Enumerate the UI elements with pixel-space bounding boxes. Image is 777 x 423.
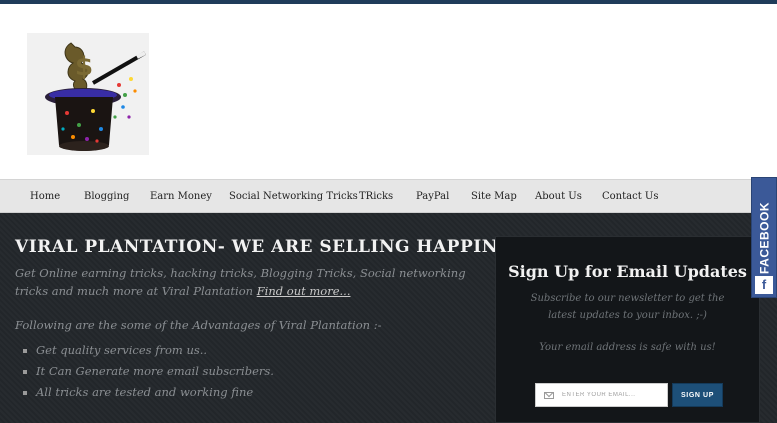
find-out-more-link[interactable]: Find out more... bbox=[257, 284, 351, 298]
nav-item-tricks[interactable]: TRicks bbox=[359, 180, 393, 213]
magic-hat-logo-icon: $ bbox=[27, 33, 149, 155]
svg-text:$: $ bbox=[75, 52, 93, 82]
sign-up-button[interactable]: SIGN UP bbox=[672, 383, 723, 407]
advantages-list: Get quality services from us.. It Can Ge… bbox=[23, 340, 274, 403]
envelope-icon bbox=[544, 391, 554, 399]
signup-title: Sign Up for Email Updates bbox=[508, 262, 747, 281]
facebook-icon: f bbox=[755, 276, 773, 294]
list-item: It Can Generate more email subscribers. bbox=[23, 361, 274, 382]
hero-description: Get Online earning tricks, hacking trick… bbox=[15, 264, 470, 300]
main-navigation: Home Blogging Earn Money Social Networki… bbox=[0, 179, 777, 213]
site-header: $ bbox=[0, 4, 777, 179]
hero-description-text: Get Online earning tricks, hacking trick… bbox=[15, 266, 466, 298]
signup-subtitle: Subscribe to our newsletter to get the l… bbox=[530, 293, 725, 321]
nav-item-site-map[interactable]: Site Map bbox=[471, 180, 517, 213]
facebook-side-tab[interactable]: FACEBOOK f bbox=[751, 177, 777, 298]
nav-item-earn-money[interactable]: Earn Money bbox=[150, 180, 212, 213]
nav-item-contact-us[interactable]: Contact Us bbox=[602, 180, 658, 213]
advantages-heading: Following are the some of the Advantages… bbox=[15, 318, 382, 332]
list-item: Get quality services from us.. bbox=[23, 340, 274, 361]
email-field-wrapper bbox=[535, 383, 668, 407]
site-logo[interactable]: $ bbox=[27, 33, 149, 155]
nav-item-about-us[interactable]: About Us bbox=[535, 180, 582, 213]
signup-privacy-note: Your email address is safe with us! bbox=[539, 342, 716, 353]
email-signup-widget: Sign Up for Email Updates Subscribe to o… bbox=[495, 236, 760, 423]
hero-title: VIRAL PLANTATION- WE ARE SELLING HAPPINE… bbox=[15, 237, 537, 257]
list-item: All tricks are tested and working fine bbox=[23, 382, 274, 403]
nav-item-paypal[interactable]: PayPal bbox=[416, 180, 449, 213]
nav-item-home[interactable]: Home bbox=[30, 180, 60, 213]
nav-item-blogging[interactable]: Blogging bbox=[84, 180, 129, 213]
nav-item-social-networking-tricks[interactable]: Social Networking Tricks bbox=[229, 180, 358, 213]
email-field[interactable] bbox=[562, 392, 662, 398]
